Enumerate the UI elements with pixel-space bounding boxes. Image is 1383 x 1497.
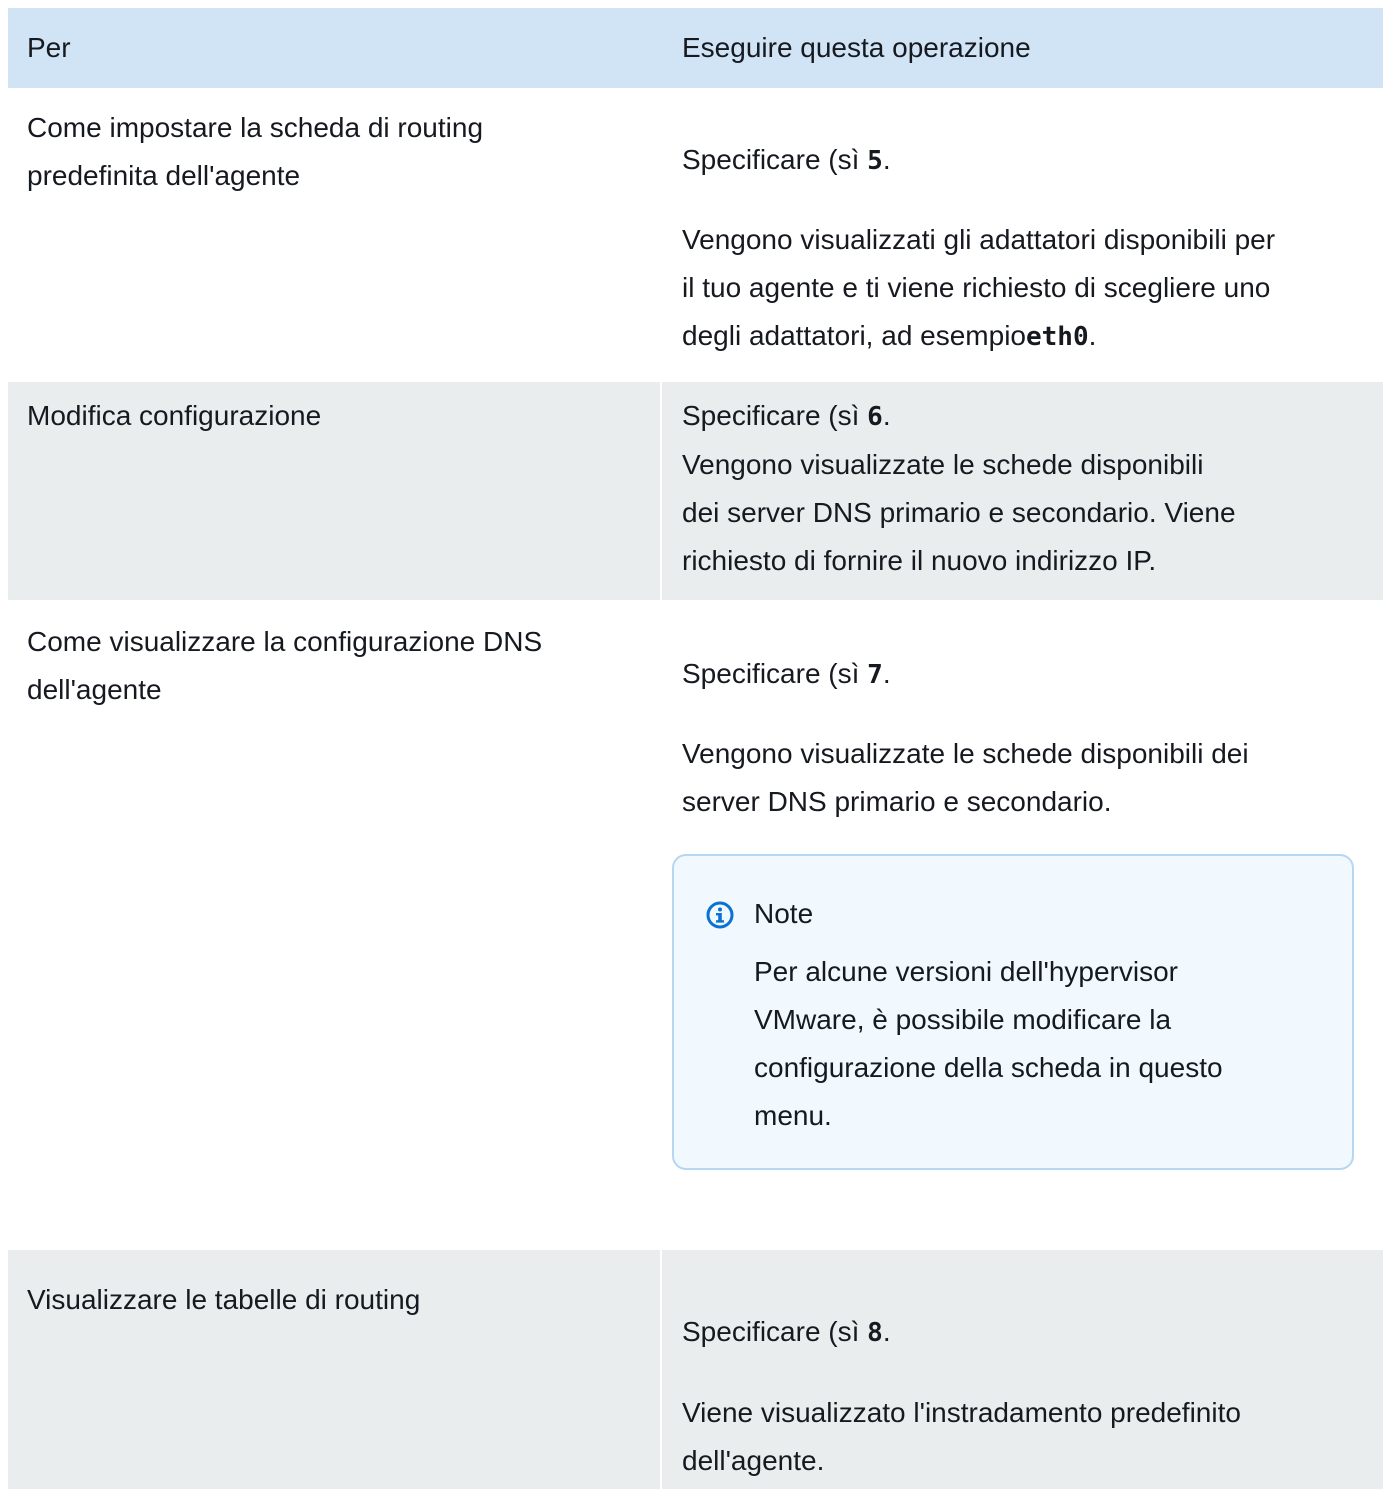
row3-action: Specificare (sì 7. — [682, 650, 891, 699]
code-eth0: eth0 — [1026, 322, 1089, 352]
header-col-per: Per — [8, 8, 661, 88]
row4-description: Viene visualizzato l'instradamento prede… — [682, 1389, 1241, 1485]
action-text: Specificare (sì — [682, 144, 868, 175]
row2-left-cell: Modifica configurazione — [27, 392, 321, 440]
row2-right-cell: Specificare (sì 6. Vengono visualizzate … — [682, 392, 1236, 585]
option-number: 7 — [867, 660, 883, 690]
desc-line: richiesto di fornire il nuovo indirizzo … — [682, 545, 1157, 576]
info-circle-icon — [706, 901, 734, 929]
cell-text: dell'agente — [27, 674, 162, 705]
desc-line: Vengono visualizzate le schede disponibi… — [682, 738, 1249, 769]
note-line: Per alcune versioni dell'hypervisor — [754, 956, 1178, 987]
desc-line: server DNS primario e secondario. — [682, 786, 1112, 817]
note-title: Note — [754, 898, 814, 929]
header-label: Per — [27, 32, 71, 63]
punctuation: . — [882, 400, 891, 431]
action-text: Specificare (sì — [682, 400, 868, 431]
note-line: menu. — [754, 1100, 832, 1131]
cell-text: Modifica configurazione — [27, 400, 322, 431]
row1-action: Specificare (sì 5. — [682, 136, 891, 185]
note-body: Per alcune versioni dell'hypervisor VMwa… — [754, 948, 1314, 1140]
desc-line: dell'agente. — [682, 1445, 825, 1476]
option-number: 5 — [867, 146, 883, 176]
desc-line: Vengono visualizzate le schede disponibi… — [682, 449, 1204, 480]
desc-line: dei server DNS primario e secondario. Vi… — [682, 497, 1236, 528]
desc-line: Viene visualizzato l'instradamento prede… — [682, 1397, 1241, 1428]
note-line: configurazione della scheda in questo — [754, 1052, 1223, 1083]
header-col-action: Eseguire questa operazione — [661, 8, 1383, 88]
note-line: VMware, è possibile modificare la — [754, 1004, 1172, 1035]
header-label: Eseguire questa operazione — [682, 32, 1031, 63]
row3-left-cell: Come visualizzare la configurazione DNS … — [27, 618, 542, 714]
punctuation: . — [882, 144, 891, 175]
row1-left-cell: Come impostare la scheda di routing pred… — [27, 104, 483, 200]
desc-line: il tuo agente e ti viene richiesto di sc… — [682, 272, 1271, 303]
row4-action: Specificare (sì 8. — [682, 1308, 891, 1357]
punctuation: . — [1088, 320, 1097, 351]
punctuation: . — [882, 1316, 891, 1347]
cell-text: Visualizzare le tabelle di routing — [27, 1284, 421, 1315]
row1-description: Vengono visualizzati gli adattatori disp… — [682, 216, 1275, 361]
table-header-row: Per Eseguire questa operazione — [8, 8, 1383, 88]
cell-text: Come visualizzare la configurazione DNS — [27, 626, 543, 657]
desc-line: degli adattatori, ad esempio — [682, 320, 1026, 351]
row3-description: Vengono visualizzate le schede disponibi… — [682, 730, 1249, 826]
action-text: Specificare (sì — [682, 658, 868, 689]
desc-line: Vengono visualizzati gli adattatori disp… — [682, 224, 1276, 255]
row4-left-cell: Visualizzare le tabelle di routing — [27, 1276, 420, 1324]
note-callout: Note Per alcune versioni dell'hypervisor… — [672, 854, 1354, 1170]
cell-text: predefinita dell'agente — [27, 160, 301, 191]
punctuation: . — [882, 658, 891, 689]
cell-text: Come impostare la scheda di routing — [27, 112, 484, 143]
option-number: 6 — [867, 402, 883, 432]
action-text: Specificare (sì — [682, 1316, 868, 1347]
option-number: 8 — [867, 1318, 883, 1348]
